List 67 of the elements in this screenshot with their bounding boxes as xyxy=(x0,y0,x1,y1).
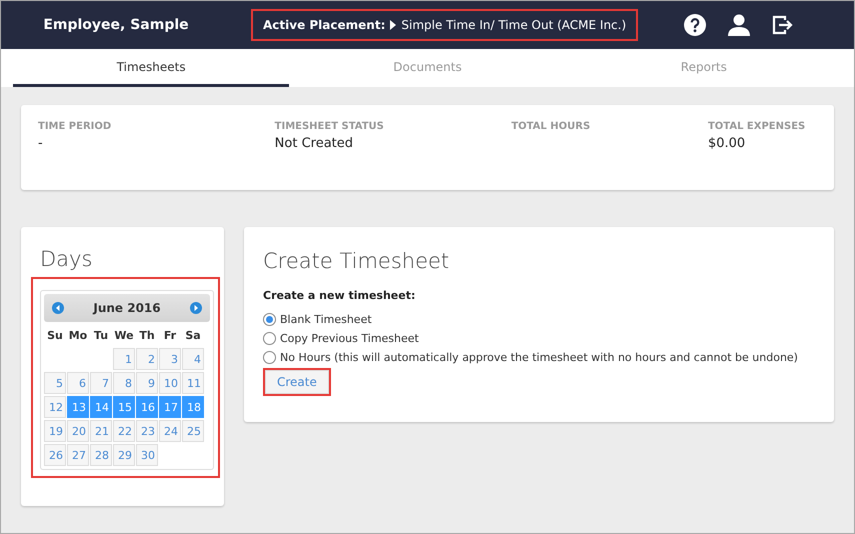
weekday-label: Mo xyxy=(68,328,88,344)
summary-value: - xyxy=(38,136,44,151)
day-cell[interactable]: 8 xyxy=(113,372,135,394)
weekday-label: We xyxy=(113,328,135,344)
month-title: June 2016 xyxy=(93,301,161,315)
next-icon[interactable] xyxy=(190,302,202,314)
day-cell[interactable]: 21 xyxy=(90,420,112,442)
radio-button[interactable] xyxy=(263,313,276,326)
weekday-label: Th xyxy=(138,328,156,344)
day-cell[interactable]: 30 xyxy=(136,444,158,466)
day-cell[interactable]: 17 xyxy=(159,396,181,418)
user-name: Employee, Sample xyxy=(42,17,190,33)
radio-button[interactable] xyxy=(263,351,276,364)
summary-label: TIMESHEET STATUS xyxy=(274,121,385,132)
help-icon[interactable] xyxy=(684,14,706,36)
user-icon[interactable] xyxy=(728,14,750,36)
logout-icon[interactable] xyxy=(772,15,794,35)
summary-label: TOTAL HOURS xyxy=(511,121,592,132)
day-cell[interactable]: 16 xyxy=(136,396,158,418)
day-cell[interactable]: 20 xyxy=(67,420,89,442)
day-cell[interactable]: 29 xyxy=(113,444,135,466)
option-label: No Hours (this will automatically approve the timesheet with no hours and cannot be undone) xyxy=(280,351,798,364)
day-cell[interactable]: 12 xyxy=(44,396,66,418)
radio-button[interactable] xyxy=(263,332,276,345)
option-label: Blank Timesheet xyxy=(280,313,372,326)
summary-value: $0.00 xyxy=(708,136,746,151)
day-cell[interactable]: 22 xyxy=(113,420,135,442)
summary-value: Not Created xyxy=(274,136,354,151)
day-cell[interactable]: 9 xyxy=(136,372,158,394)
tab[interactable]: Documents xyxy=(289,49,566,87)
day-cell[interactable]: 26 xyxy=(44,444,66,466)
day-cell[interactable]: 27 xyxy=(67,444,89,466)
day-cell[interactable]: 18 xyxy=(182,396,204,418)
day-cell[interactable]: 1 xyxy=(113,348,135,370)
weekday-label: Sa xyxy=(184,328,202,344)
card-title: Days xyxy=(40,247,94,271)
day-cell[interactable]: 13 xyxy=(67,396,89,418)
previous-icon[interactable] xyxy=(52,302,64,314)
day-cell[interactable]: 24 xyxy=(159,420,181,442)
weekday-label: Tu xyxy=(92,328,110,344)
day-cell[interactable]: 7 xyxy=(90,372,112,394)
weekday-label: Fr xyxy=(162,328,178,344)
option-label: Copy Previous Timesheet xyxy=(280,332,419,345)
caret-icon xyxy=(390,20,396,30)
day-cell[interactable]: 19 xyxy=(44,420,66,442)
tab[interactable]: Reports xyxy=(566,49,842,87)
day-cell[interactable]: 6 xyxy=(67,372,89,394)
weekday-label: Su xyxy=(46,328,64,344)
create-button[interactable]: Create xyxy=(265,370,329,394)
summary-label: TIME PERIOD xyxy=(38,121,112,132)
day-cell[interactable]: 4 xyxy=(182,348,204,370)
summary-label: TOTAL EXPENSES xyxy=(708,121,806,132)
day-cell[interactable]: 5 xyxy=(44,372,66,394)
day-cell[interactable]: 15 xyxy=(113,396,135,418)
day-cell[interactable]: 3 xyxy=(159,348,181,370)
day-cell[interactable]: 14 xyxy=(90,396,112,418)
day-cell[interactable]: 23 xyxy=(136,420,158,442)
tab[interactable]: Timesheets xyxy=(13,49,290,87)
day-cell[interactable]: 11 xyxy=(182,372,204,394)
prompt-label: Create a new timesheet: xyxy=(263,289,416,302)
day-cell[interactable]: 2 xyxy=(136,348,158,370)
day-cell[interactable]: 25 xyxy=(182,420,204,442)
card-title: Create Timesheet xyxy=(263,249,450,273)
day-cell[interactable]: 10 xyxy=(159,372,181,394)
placement-label: Active Placement: xyxy=(263,18,386,32)
placement-value: Simple Time In/ Time Out (ACME Inc.) xyxy=(401,18,626,32)
day-cell[interactable]: 28 xyxy=(90,444,112,466)
